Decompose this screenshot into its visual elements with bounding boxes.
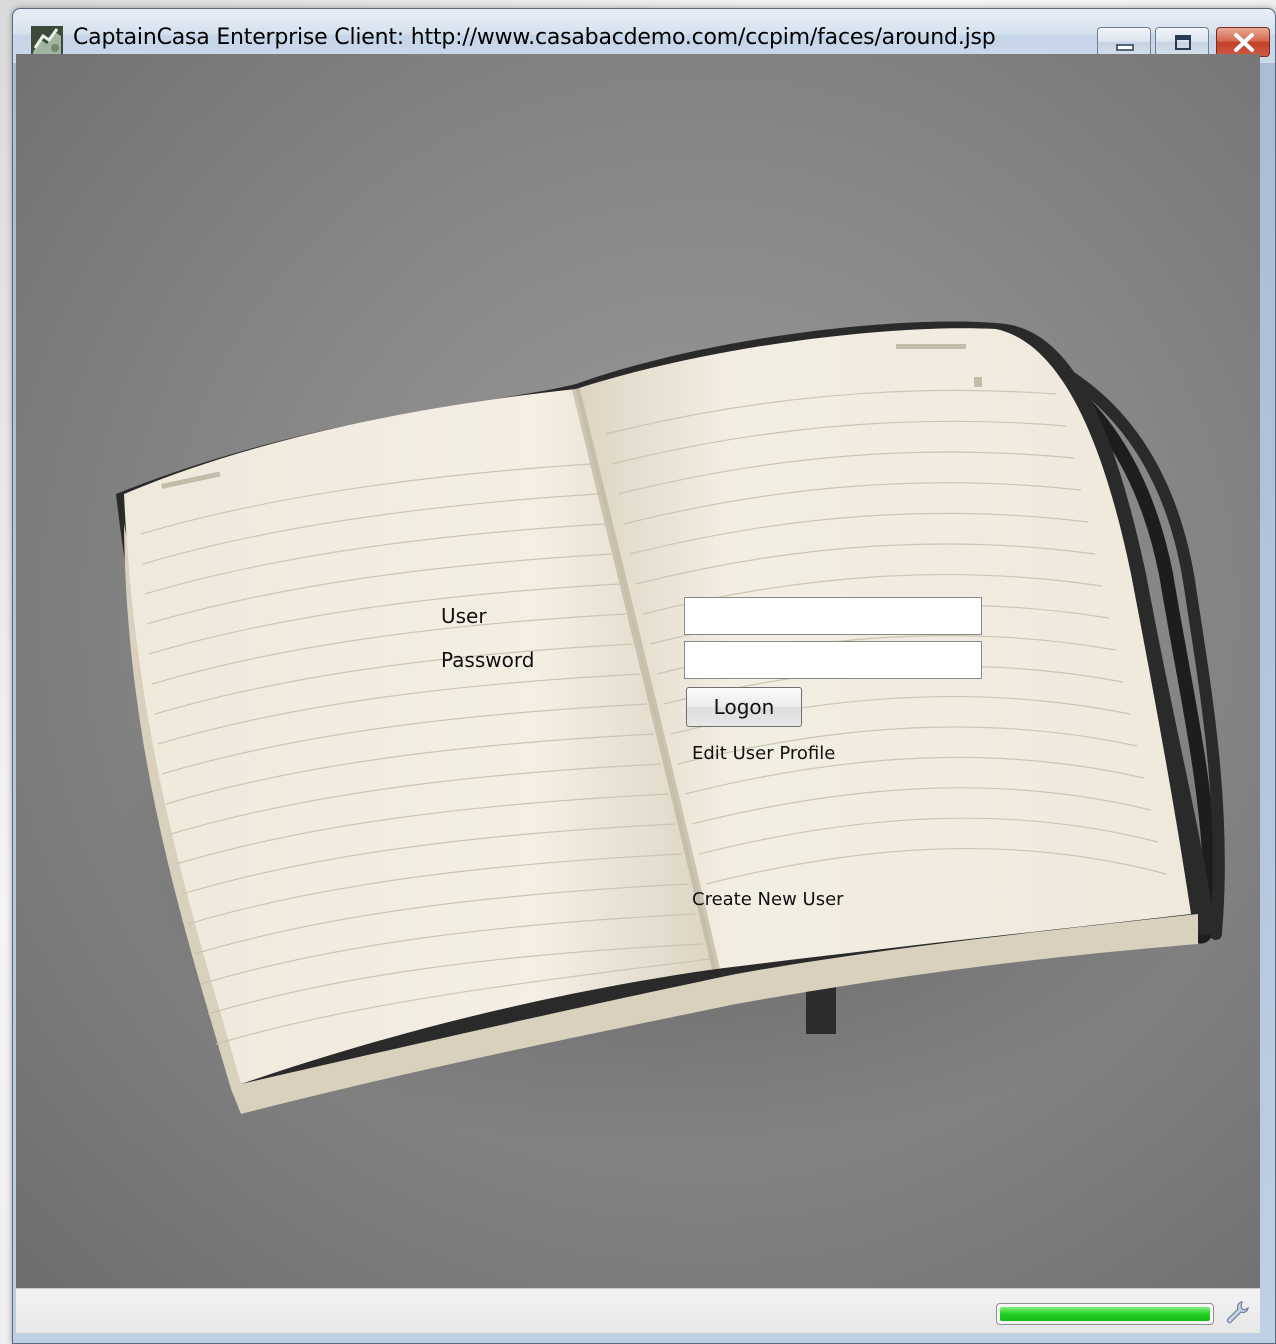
wrench-icon[interactable] [1224, 1299, 1250, 1325]
close-button[interactable] [1216, 27, 1270, 57]
status-bar [16, 1288, 1260, 1333]
maximize-button[interactable] [1155, 27, 1209, 57]
password-label: Password [441, 648, 535, 672]
notebook-background-image [116, 321, 1236, 1154]
user-input[interactable] [684, 597, 982, 635]
user-label: User [441, 604, 487, 628]
password-input[interactable] [684, 641, 982, 679]
progress-fill [1000, 1307, 1210, 1321]
client-area: User Password Logon Edit User Profile Cr… [16, 54, 1260, 1288]
edit-user-profile-link[interactable]: Edit User Profile [692, 743, 835, 764]
logon-button[interactable]: Logon [686, 687, 802, 727]
minimize-button[interactable] [1097, 27, 1151, 57]
create-new-user-link[interactable]: Create New User [692, 889, 844, 910]
window-title: CaptainCasa Enterprise Client: http://ww… [73, 25, 996, 50]
progress-bar [996, 1303, 1214, 1325]
